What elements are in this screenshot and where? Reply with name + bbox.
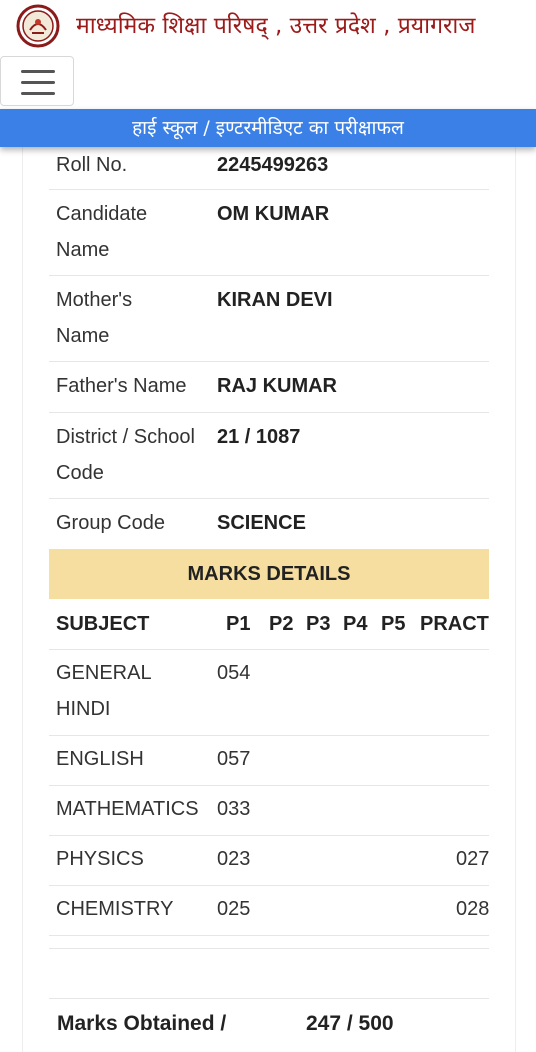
mother-label: Mother's Name: [56, 289, 133, 347]
divider: [49, 948, 489, 949]
divider: [49, 935, 489, 936]
col-p2: P2: [269, 613, 294, 635]
roll-label: Roll No.: [56, 154, 128, 176]
marks-details-heading: MARKS DETAILS: [49, 549, 489, 599]
p1-cell: 023: [217, 848, 251, 870]
table-row: PHYSICS 023 027: [49, 835, 489, 885]
marks-obtained-label: Marks Obtained /: [57, 1012, 227, 1035]
roll-value: 2245499263: [217, 154, 329, 176]
group-label: Group Code: [56, 512, 165, 534]
col-subject: SUBJECT: [56, 613, 150, 635]
subject-cell: CHEMISTRY: [56, 898, 174, 920]
col-p5: P5: [381, 613, 406, 635]
practical-cell: 027: [456, 848, 489, 870]
hamburger-menu-button[interactable]: [0, 56, 74, 106]
father-value: RAJ KUMAR: [217, 375, 337, 397]
up-emblem-logo: [16, 4, 60, 48]
info-row-father: Father's Name RAJ KUMAR: [49, 362, 489, 413]
menu-icon-bar: [21, 92, 55, 95]
district-label: District / School Code: [56, 426, 195, 484]
table-row: MATHEMATICS 033: [49, 785, 489, 835]
divider: [49, 998, 489, 999]
name-value: OM KUMAR: [217, 203, 330, 225]
table-row: ENGLISH 057: [49, 735, 489, 785]
district-value: 21 / 1087: [217, 426, 301, 448]
subject-cell: PHYSICS: [56, 848, 144, 870]
group-value: SCIENCE: [217, 512, 306, 534]
marks-obtained-value: 247 / 500: [306, 1012, 394, 1035]
result-banner: हाई स्कूल / इण्टरमीडिएट का परीक्षाफल: [0, 109, 536, 147]
p1-cell: 057: [217, 748, 251, 770]
menu-icon-bar: [21, 81, 55, 84]
mother-value: KIRAN DEVI: [217, 289, 333, 311]
table-row: CHEMISTRY 025 028: [49, 885, 489, 935]
info-row-group: Group Code SCIENCE: [49, 499, 489, 549]
name-label: Candidate Name: [56, 203, 148, 261]
p1-cell: 054: [217, 662, 251, 684]
subject-cell: ENGLISH: [56, 748, 144, 770]
result-card: Roll No. 2245499263 Candidate Name OM KU…: [22, 147, 516, 1052]
site-title: माध्यमिक शिक्षा परिषद् , उत्तर प्रदेश , …: [76, 13, 476, 39]
table-row: GENERAL HINDI 054: [49, 649, 489, 735]
top-header: माध्यमिक शिक्षा परिषद् , उत्तर प्रदेश , …: [0, 0, 536, 52]
menu-icon-bar: [21, 70, 55, 73]
col-p4: P4: [343, 613, 368, 635]
info-row-roll: Roll No. 2245499263: [49, 147, 489, 190]
father-label: Father's Name: [56, 375, 187, 397]
col-p3: P3: [306, 613, 331, 635]
info-row-mother: Mother's Name KIRAN DEVI: [49, 276, 489, 362]
practical-cell: 028: [456, 898, 489, 920]
info-row-district: District / School Code 21 / 1087: [49, 413, 489, 499]
p1-cell: 025: [217, 898, 251, 920]
col-p1: P1: [226, 613, 251, 635]
marks-table-header: SUBJECT P1 P2 P3 P4 P5 PRACTI: [49, 599, 489, 649]
subject-cell: MATHEMATICS: [56, 798, 199, 820]
p1-cell: 033: [217, 798, 251, 820]
col-practical: PRACTI: [420, 613, 489, 635]
info-row-name: Candidate Name OM KUMAR: [49, 190, 489, 276]
subject-cell: GENERAL HINDI: [56, 662, 151, 720]
